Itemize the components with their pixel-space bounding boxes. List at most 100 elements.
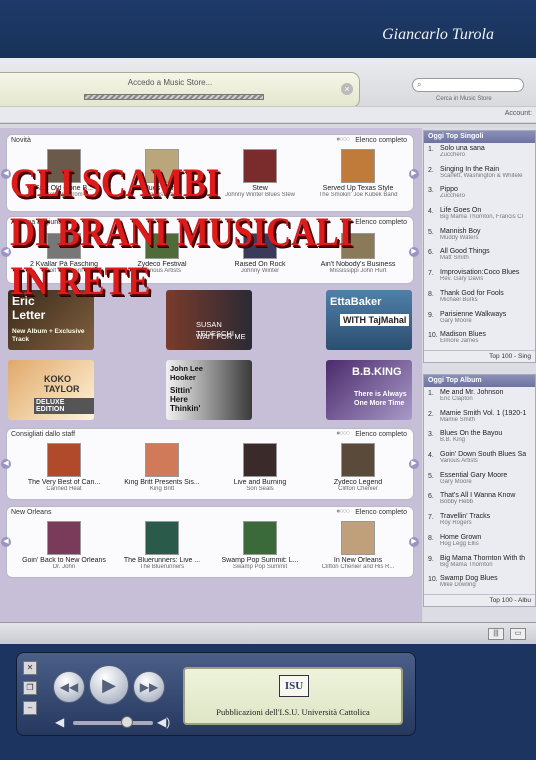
top-albums-more-link[interactable]: Top 100 - Albu [424, 593, 535, 606]
chart-item-title: Life Goes On [440, 207, 482, 215]
chart-item[interactable]: 10. Madison Blues Elmore James [424, 329, 535, 350]
chart-rank: 10. [428, 576, 438, 584]
restore-window-icon[interactable]: ❐ [23, 681, 37, 695]
media-player: ✕ ❐ – ◀◀ ▶ ▶▶ ◀ ◀) ISU Pubblicazioni del… [16, 652, 416, 736]
album-title: Swamp Pop Summit: L... [221, 557, 299, 564]
album-tile[interactable]: Zydeco Legend Clifton Chenier [313, 443, 403, 492]
pager-dots[interactable]: ●○○○ [336, 136, 350, 143]
chart-item-title: Pippo [440, 186, 458, 194]
album-tile[interactable]: The Bluerunners: Live ... The Bluerunners [117, 521, 207, 570]
chart-item[interactable]: 1. Me and Mr. Johnson Eric Clapton [424, 387, 535, 408]
full-list-link[interactable]: Elenco completo [355, 509, 407, 516]
chart-item[interactable]: 4. Goin' Down South Blues Sa Various Artis… [424, 449, 535, 470]
chart-item[interactable]: 7. Travellin' Tracks Roy Rogers [424, 511, 535, 532]
chart-item[interactable]: 5. Essential Gary Moore Gary Moore [424, 470, 535, 491]
chart-item-artist: Mamie Smith [440, 416, 476, 423]
chart-item[interactable]: 10. Swamp Dog Blues Mike Dowling [424, 573, 535, 594]
chart-rank: 1. [428, 146, 434, 153]
window-statusbar: ||| ▭ [0, 622, 536, 644]
chart-item[interactable]: 6. All Good Things Matt Smith [424, 246, 535, 267]
chart-rank: 7. [428, 514, 434, 522]
charts-sidebar: Oggi Top Singoli 1. Solo una sana Zucchero… [423, 128, 536, 638]
chart-item[interactable]: 6. That's All I Wanna Know Bobby Hebb [424, 490, 535, 511]
album-artist: Canned Heat [46, 486, 82, 492]
equalizer-icon[interactable]: ||| [488, 628, 504, 640]
chart-item[interactable]: 7. Improvisation:Coco Blues Rev. Gary Davi… [424, 267, 535, 288]
chart-item[interactable]: 3. Pippo Zucchero [424, 184, 535, 205]
pager-dots[interactable]: ●○○○ [336, 430, 350, 437]
chart-item-title: Essential Gary Moore [440, 471, 508, 479]
album-artist: Son Seals [246, 486, 274, 492]
chart-item[interactable]: 5. Mannish Boy Muddy Waters [424, 226, 535, 247]
promo-subtitle: DELUXE EDITION [34, 398, 94, 414]
play-icon[interactable]: ▶ [89, 665, 129, 705]
chart-item-artist: Eric Clapton [440, 396, 473, 402]
chart-item[interactable]: 8. Home Grown Hog Legg Ellis [424, 532, 535, 553]
chart-item-title: Blues On the Bayou [440, 430, 503, 438]
album-tile[interactable]: Goin' Back to New Orleans Dr. John [19, 521, 109, 570]
album-tile[interactable]: Swamp Pop Summit: L... Swamp Pop Summit [215, 521, 305, 570]
chart-item[interactable]: 8. Thank God for Fools Michael Burks [424, 288, 535, 309]
scroll-right-icon[interactable]: ▶ [409, 537, 419, 547]
chart-item-artist: Hog Legg Ellis [440, 540, 479, 547]
chart-item[interactable]: 3. Blues On the Bayou B.B. King [424, 428, 535, 449]
album-artist: Swamp Pop Summit [232, 564, 288, 570]
chart-item-title: Swamp Dog Blues [440, 575, 498, 583]
search-input[interactable]: ⌕ [412, 78, 524, 92]
chart-item-title: Thank God for Fools [440, 289, 504, 297]
chart-item[interactable]: 2. Mamie Smith Vol. 1 (1920-1 Mamie Smith [424, 408, 535, 429]
chart-item-artist: Elmore James [440, 338, 479, 345]
chart-rank: 6. [428, 249, 434, 257]
pager-dots[interactable]: ●○○○ [336, 508, 350, 515]
chart-item-artist: Bobby Hebb [440, 499, 474, 506]
volume-slider[interactable] [73, 721, 153, 725]
volume-knob[interactable] [121, 716, 133, 728]
chart-rank: 8. [428, 290, 434, 298]
chart-item[interactable]: 9. Big Mama Thornton With th Big Mama Thor… [424, 553, 535, 574]
promo-subtitle: WITH TajMahal [340, 314, 410, 326]
scroll-left-icon[interactable]: ◀ [1, 537, 11, 547]
fast-forward-icon[interactable]: ▶▶ [133, 671, 165, 703]
scroll-right-icon[interactable]: ▶ [409, 247, 419, 257]
section-new-orleans: New Orleans ●○○○ Elenco completo ◀ ▶ Goi… [1, 506, 419, 578]
visualizer-icon[interactable]: ▭ [510, 628, 526, 640]
album-tile[interactable]: Live and Burning Son Seals [215, 443, 305, 492]
promo-john-lee-hooker[interactable]: John Lee Hooker Sittin' Here Thinkin' [166, 360, 252, 420]
promo-bb-king[interactable]: B.B.KING There is Always One More Time [326, 360, 412, 420]
chart-rank: 3. [428, 187, 434, 195]
chart-rank: 9. [428, 555, 434, 563]
album-artist: King Britt [149, 486, 175, 492]
full-list-link[interactable]: Elenco completo [355, 431, 407, 438]
toolbar: Accedo a Music Store... × ⌕ Cerca in Mus… [0, 58, 536, 124]
album-tile[interactable]: The Very Best of Can... Canned Heat [19, 443, 109, 492]
chart-item-artist: Zucchero [440, 152, 466, 158]
chart-item[interactable]: 1. Solo una sana Zucchero [424, 143, 535, 164]
close-icon[interactable]: × [341, 83, 353, 95]
rewind-icon[interactable]: ◀◀ [53, 671, 85, 703]
album-artist: Clifton Chenier and His R... [321, 564, 395, 570]
chart-item[interactable]: 9. Parisienne Walkways Gary Moore [424, 309, 535, 330]
scroll-left-icon[interactable]: ◀ [1, 459, 11, 469]
promo-koko-taylor[interactable]: KOKO TAYLOR DELUXE EDITION [8, 360, 94, 420]
scroll-right-icon[interactable]: ▶ [409, 169, 419, 179]
album-title: Live and Burning [233, 479, 287, 486]
close-window-icon[interactable]: ✕ [23, 661, 37, 675]
album-tile[interactable]: King Britt Presents Sis... King Britt [117, 443, 207, 492]
scroll-right-icon[interactable]: ▶ [409, 459, 419, 469]
minimize-window-icon[interactable]: – [23, 701, 37, 715]
player-display: ISU Pubblicazioni dell'I.S.U. Università… [183, 667, 403, 725]
status-display: Accedo a Music Store... × [0, 72, 360, 108]
promo-subtitle: There is Always One More Time [354, 391, 407, 407]
promo-title: KOKO TAYLOR [44, 374, 80, 394]
chart-item-artist: B.B. King [440, 437, 466, 444]
book-title: GLI SCAMBI DI BRANI MUSICALI IN RETE [10, 158, 371, 305]
album-tile[interactable]: In New Orleans Clifton Chenier and His R.… [313, 521, 403, 570]
chart-item[interactable]: 2. Singing In the Rain Scarlett, Washingto… [424, 164, 535, 185]
top-singles-box: Oggi Top Singoli 1. Solo una sana Zucchero… [423, 130, 536, 363]
title-line-2: DI BRANI MUSICALI [10, 209, 353, 254]
chart-item[interactable]: 4. Life Goes On Big Mama Thornton, Francis… [424, 205, 535, 226]
full-list-link[interactable]: Elenco completo [355, 137, 407, 144]
top-singles-more-link[interactable]: Top 100 - Sing [424, 349, 535, 362]
loading-progress-bar [84, 94, 264, 100]
account-label: Account: [504, 110, 532, 117]
